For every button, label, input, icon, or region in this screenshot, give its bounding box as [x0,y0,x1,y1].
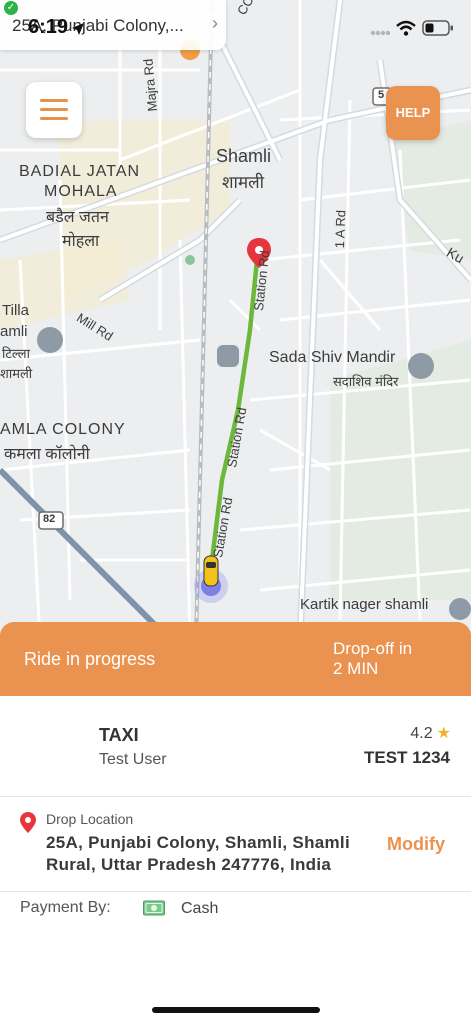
signal-dots-icon [370,30,390,36]
location-arrow-icon [72,23,84,35]
map-label-badial: BADIAL JATAN [19,163,141,180]
drop-off-eta: Drop-off in 2 MIN [333,639,463,679]
map-label-kamla-hindi: कमला कॉलोनी [4,446,90,463]
map-label-shamli: Shamli [216,146,272,166]
drop-location-label: Drop Location [46,811,134,827]
wifi-icon [396,20,416,36]
check-icon: ✓ [4,1,18,15]
eta-line-1: Drop-off in [333,639,413,658]
hamburger-icon [40,99,68,102]
map-label-tilla-hindi: टिल्ला [2,346,30,361]
highway-badge-5: 5 [378,89,385,101]
status-time: 6:19 [28,16,69,38]
vehicle-type: TAXI [99,725,139,745]
battery-icon [422,20,453,36]
map-label-shamli-cut-hindi: शामली [0,366,33,381]
map-label-mohala-hindi: मोहला [62,233,100,250]
driver-rating: 4.2 ★ [410,723,451,743]
map-label-badial-hindi: बडैल जतन [46,209,109,226]
cash-icon [143,900,165,916]
map-label-shamli-hindi: शामली [222,173,265,192]
drop-address: 25A, Punjabi Colony, Shamli, Shamli Rura… [46,833,350,874]
map-label-sada-shiv-hindi: सदाशिव मंदिर [333,374,399,389]
modify-button[interactable]: Modify [387,834,445,855]
map-label-tilla: Tilla [2,302,29,319]
ride-status-banner: Ride in progress Drop-off in 2 MIN [0,622,471,696]
rating-value: 4.2 [410,725,433,742]
location-pin-icon [20,812,36,833]
driver-info-card: TAXI Test User 4.2 ★ TEST 1234 [0,697,471,797]
menu-button[interactable] [26,82,82,138]
map-label-shamli-cut: amli [0,323,28,340]
payment-method: Cash [181,900,219,917]
drop-location-section: Drop Location 25A, Punjabi Colony, Shaml… [0,798,471,892]
star-icon: ★ [436,725,451,742]
highway-badge-82: 82 [43,513,56,525]
hamburger-icon-line [40,117,68,120]
ride-status-text: Ride in progress [24,649,156,669]
help-button[interactable]: HELP [386,86,440,140]
map-label-mohala: MOHALA [44,183,118,200]
map-label-sada-shiv: Sada Shiv Mandir [269,349,396,366]
hamburger-icon-line [40,108,68,111]
driver-name: Test User [99,751,167,768]
eta-line-2: 2 MIN [333,659,379,678]
vehicle-plate: TEST 1234 [364,748,450,767]
map-label-kartik: Kartik nager shamli [300,596,429,613]
ride-tracking-screen: Shamli शामली BADIAL JATAN MOHALA बडैल जत… [0,0,471,1024]
map-label-1a-rd: 1 A Rd [332,209,349,249]
chevron-right-icon: › [212,13,218,33]
map-label-kamla-colony: AMLA COLONY [0,421,126,438]
home-indicator[interactable] [152,1007,320,1013]
payment-section: Payment By: Cash [0,893,471,929]
payment-label: Payment By: [20,899,111,916]
status-bar: ✓ 25A, Punjabi Colony,... › 6:19 [0,0,471,60]
